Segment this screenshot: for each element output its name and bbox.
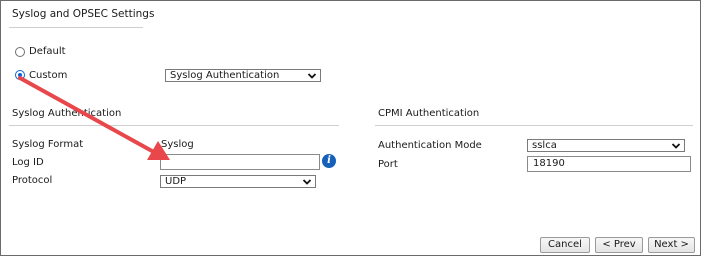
chevron-down-icon <box>302 179 312 185</box>
cpmi-heading-rule <box>375 125 693 126</box>
protocol-select[interactable]: UDP <box>160 175 316 188</box>
default-radio[interactable] <box>15 47 25 57</box>
port-label: Port <box>378 159 398 170</box>
custom-type-select-value: Syslog Authentication <box>170 70 280 81</box>
custom-radio-label[interactable]: Custom <box>29 70 67 81</box>
auth-mode-select[interactable]: sslca <box>527 139 685 152</box>
info-icon[interactable]: i <box>322 154 336 168</box>
custom-radio[interactable] <box>15 70 25 80</box>
syslog-format-label: Syslog Format <box>12 139 84 150</box>
syslog-format-value: Syslog <box>161 139 194 150</box>
protocol-select-value: UDP <box>165 176 187 187</box>
auth-mode-label: Authentication Mode <box>378 140 482 151</box>
syslog-heading: Syslog Authentication <box>12 108 122 119</box>
chevron-down-icon <box>307 73 317 79</box>
syslog-heading-rule <box>9 125 339 126</box>
section-title-underline <box>9 27 143 28</box>
protocol-label: Protocol <box>12 175 53 186</box>
default-radio-label[interactable]: Default <box>29 46 66 57</box>
cpmi-heading: CPMI Authentication <box>378 108 480 119</box>
cancel-button[interactable]: Cancel <box>540 237 590 253</box>
port-input[interactable]: 18190 <box>527 156 691 172</box>
settings-panel: Syslog and OPSEC Settings Default Custom… <box>0 0 701 256</box>
next-button[interactable]: Next > <box>648 237 695 253</box>
prev-button[interactable]: < Prev <box>595 237 643 253</box>
section-title: Syslog and OPSEC Settings <box>12 8 155 20</box>
log-id-label: Log ID <box>12 157 44 168</box>
auth-mode-select-value: sslca <box>532 140 557 151</box>
log-id-input[interactable] <box>160 154 320 170</box>
chevron-down-icon <box>671 143 681 149</box>
custom-type-select[interactable]: Syslog Authentication <box>165 69 321 82</box>
